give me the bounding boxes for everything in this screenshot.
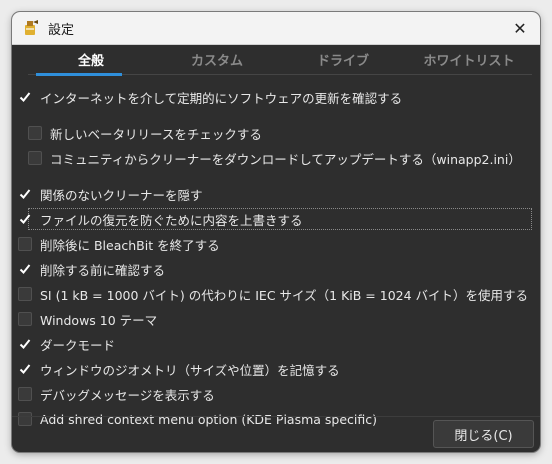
option-iec-units[interactable]: SI (1 kB = 1000 バイト) の代わりに IEC サイズ（1 KiB… — [18, 283, 528, 305]
option-label: ファイルの復元を防ぐために内容を上書きする — [40, 212, 303, 228]
tab-whitelist[interactable]: ホワイトリスト — [406, 52, 532, 74]
option-check-beta[interactable]: 新しいベータリリースをチェックする — [28, 122, 262, 144]
option-label: 新しいベータリリースをチェックする — [50, 126, 262, 142]
option-windows10-theme[interactable]: Windows 10 テーマ — [18, 308, 157, 330]
tab-custom[interactable]: カスタム — [154, 52, 280, 74]
option-label: デバッグメッセージを表示する — [40, 387, 215, 403]
checkbox-unchecked-icon[interactable] — [18, 312, 32, 326]
checkbox-unchecked-icon[interactable] — [18, 412, 32, 426]
checkbox-unchecked-icon[interactable] — [28, 126, 42, 140]
tab-bar: 全般 カスタム ドライブ ホワイトリスト — [28, 52, 532, 74]
option-community-cleaners[interactable]: コミュニティからクリーナーをダウンロードしてアップデートする（winapp2.i… — [28, 147, 521, 169]
option-label: インターネットを介して定期的にソフトウェアの更新を確認する — [40, 90, 403, 106]
title-bar: 設定 ✕ — [12, 12, 540, 45]
checkbox-checked-icon[interactable] — [18, 362, 32, 376]
option-dark-mode[interactable]: ダークモード — [18, 333, 115, 355]
option-label: 削除する前に確認する — [40, 262, 166, 278]
active-tab-indicator — [36, 73, 122, 76]
checkbox-checked-icon[interactable] — [18, 262, 32, 276]
settings-dialog: 設定 ✕ 全般 カスタム ドライブ ホワイトリスト インターネットを介して定期的… — [12, 12, 540, 452]
option-confirm-delete[interactable]: 削除する前に確認する — [18, 258, 165, 280]
option-label: Add shred context menu option (KDE Plasm… — [40, 411, 378, 427]
option-label: Windows 10 テーマ — [40, 312, 158, 328]
option-label: ウィンドウのジオメトリ（サイズや位置）を記憶する — [40, 362, 340, 378]
tab-general[interactable]: 全般 — [28, 52, 154, 74]
close-button[interactable]: 閉じる(C) — [433, 420, 534, 448]
option-hide-irrelevant[interactable]: 関係のないクリーナーを隠す — [18, 183, 203, 205]
checkbox-checked-icon[interactable] — [18, 337, 32, 351]
option-label: ダークモード — [40, 337, 116, 353]
option-debug-messages[interactable]: デバッグメッセージを表示する — [18, 383, 215, 405]
option-overwrite-contents[interactable]: ファイルの復元を防ぐために内容を上書きする — [18, 208, 303, 230]
option-label: SI (1 kB = 1000 バイト) の代わりに IEC サイズ（1 KiB… — [40, 287, 529, 303]
option-shred-context-menu[interactable]: Add shred context menu option (KDE Plasm… — [18, 408, 377, 430]
checkbox-unchecked-icon[interactable] — [18, 287, 32, 301]
checkbox-unchecked-icon[interactable] — [28, 151, 42, 165]
option-remember-geometry[interactable]: ウィンドウのジオメトリ（サイズや位置）を記憶する — [18, 358, 340, 380]
tab-drives[interactable]: ドライブ — [280, 52, 406, 74]
window-title: 設定 — [48, 22, 75, 38]
bleachbit-app-icon — [22, 19, 40, 37]
close-icon[interactable]: ✕ — [500, 12, 540, 44]
checkbox-checked-icon[interactable] — [18, 90, 32, 104]
option-label: コミュニティからクリーナーをダウンロードしてアップデートする（winapp2.i… — [50, 151, 521, 167]
option-label: 関係のないクリーナーを隠す — [40, 187, 203, 203]
footer-divider — [12, 416, 540, 417]
checkbox-unchecked-icon[interactable] — [18, 387, 32, 401]
option-exit-after-delete[interactable]: 削除後に BleachBit を終了する — [18, 233, 220, 255]
checkbox-checked-icon[interactable] — [18, 187, 32, 201]
checkbox-checked-icon[interactable] — [18, 212, 32, 226]
option-check-updates[interactable]: インターネットを介して定期的にソフトウェアの更新を確認する — [18, 86, 402, 108]
checkbox-unchecked-icon[interactable] — [18, 237, 32, 251]
option-label: 削除後に BleachBit を終了する — [40, 237, 220, 253]
